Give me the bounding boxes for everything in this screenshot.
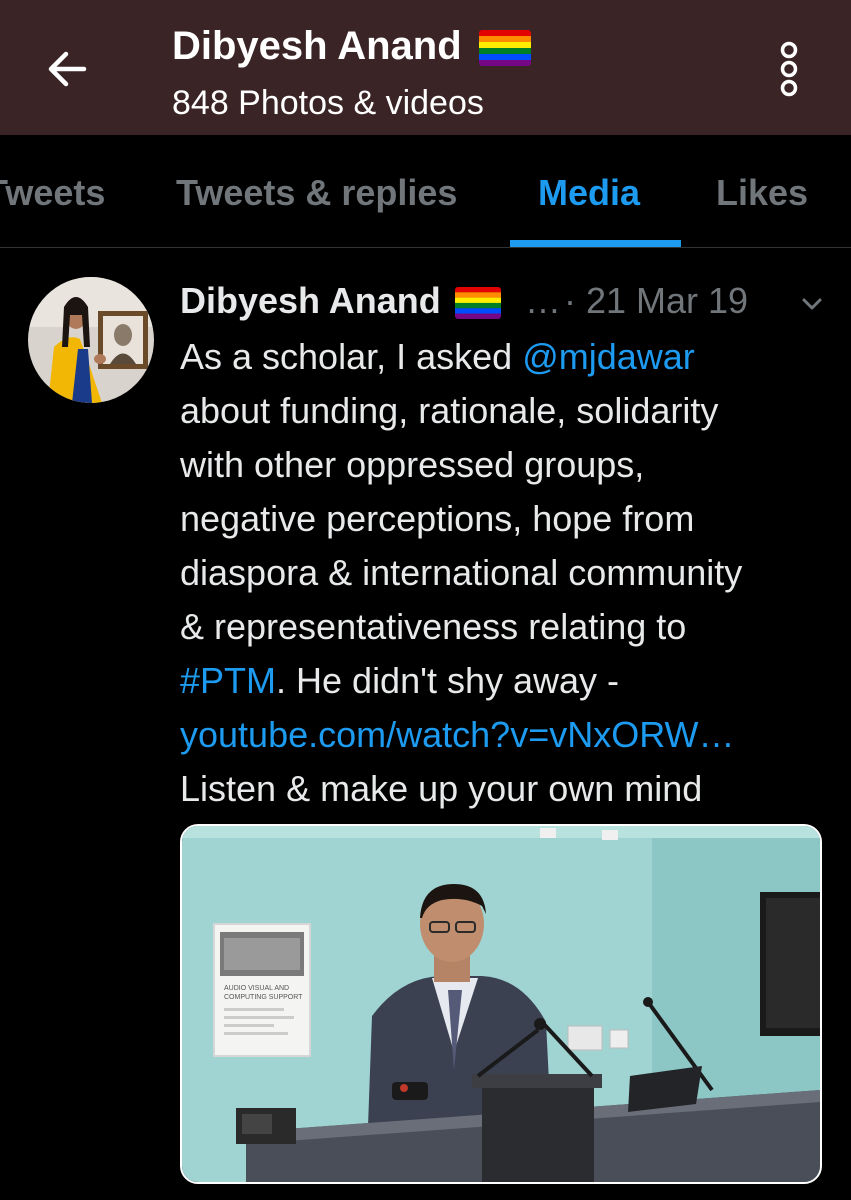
tweet-date[interactable]: · 21 Mar 19 (564, 280, 748, 322)
tweet-line: & representativeness relating to (180, 606, 687, 647)
tweet-line: diaspora & international community (180, 552, 743, 593)
tab-tweets[interactable]: Tweets (0, 135, 105, 247)
arrow-left-icon (48, 51, 87, 87)
profile-name-title: Dibyesh Anand (172, 24, 531, 69)
profile-header: Dibyesh Anand 848 Photos & videos (0, 0, 851, 135)
tweet-line: about funding, rationale, solidarity (180, 390, 719, 431)
tweet-text-segment: As a scholar, I asked (180, 336, 523, 377)
youtube-link[interactable]: youtube.com/watch?v=vNxORW… (180, 714, 735, 755)
tweet-line: with other oppressed groups, (180, 444, 645, 485)
tweet-author[interactable]: Dibyesh Anand (180, 280, 501, 322)
profile-name: Dibyesh Anand (172, 24, 462, 68)
tweet-line: Listen & make up your own mind (180, 768, 703, 809)
tab-media[interactable]: Media (538, 135, 640, 247)
tweet-author-name: Dibyesh Anand (180, 280, 441, 321)
hashtag-link[interactable]: #PTM (180, 660, 276, 701)
tweet-line: youtube.com/watch?v=vNxORW… (180, 708, 830, 762)
active-tab-indicator (510, 240, 681, 247)
tweet-line: As a scholar, I asked @mjdawar (180, 330, 830, 384)
tweet-text-segment: . He didn't shy away - (276, 660, 620, 701)
media-count: 848 Photos & videos (172, 84, 484, 122)
poster-text: AUDIO VISUAL AND (224, 985, 289, 992)
tweet-line: #PTM. He didn't shy away - (180, 654, 830, 708)
mention-link[interactable]: @mjdawar (522, 336, 695, 377)
tweet-line: negative perceptions, hope from (180, 498, 695, 539)
more-options-button[interactable] (770, 38, 808, 100)
back-button[interactable] (38, 40, 96, 98)
name-truncation: … (525, 280, 561, 321)
rainbow-flag-icon (454, 287, 501, 320)
avatar[interactable] (28, 277, 154, 403)
tab-likes[interactable]: Likes (716, 135, 808, 247)
more-vertical-icon (780, 41, 798, 97)
tweet-text: As a scholar, I asked @mjdawar about fun… (180, 330, 830, 816)
profile-tabs: Tweets Tweets & replies Media Likes (0, 135, 851, 248)
poster-text: COMPUTING SUPPORT (224, 994, 303, 1001)
tweet-menu-button[interactable] (794, 286, 830, 322)
chevron-down-icon (802, 298, 822, 310)
tweet-media-image[interactable]: AUDIO VISUAL AND COMPUTING SUPPORT (180, 824, 822, 1184)
tab-tweets-replies[interactable]: Tweets & replies (176, 135, 457, 247)
rainbow-flag-icon (478, 30, 531, 67)
